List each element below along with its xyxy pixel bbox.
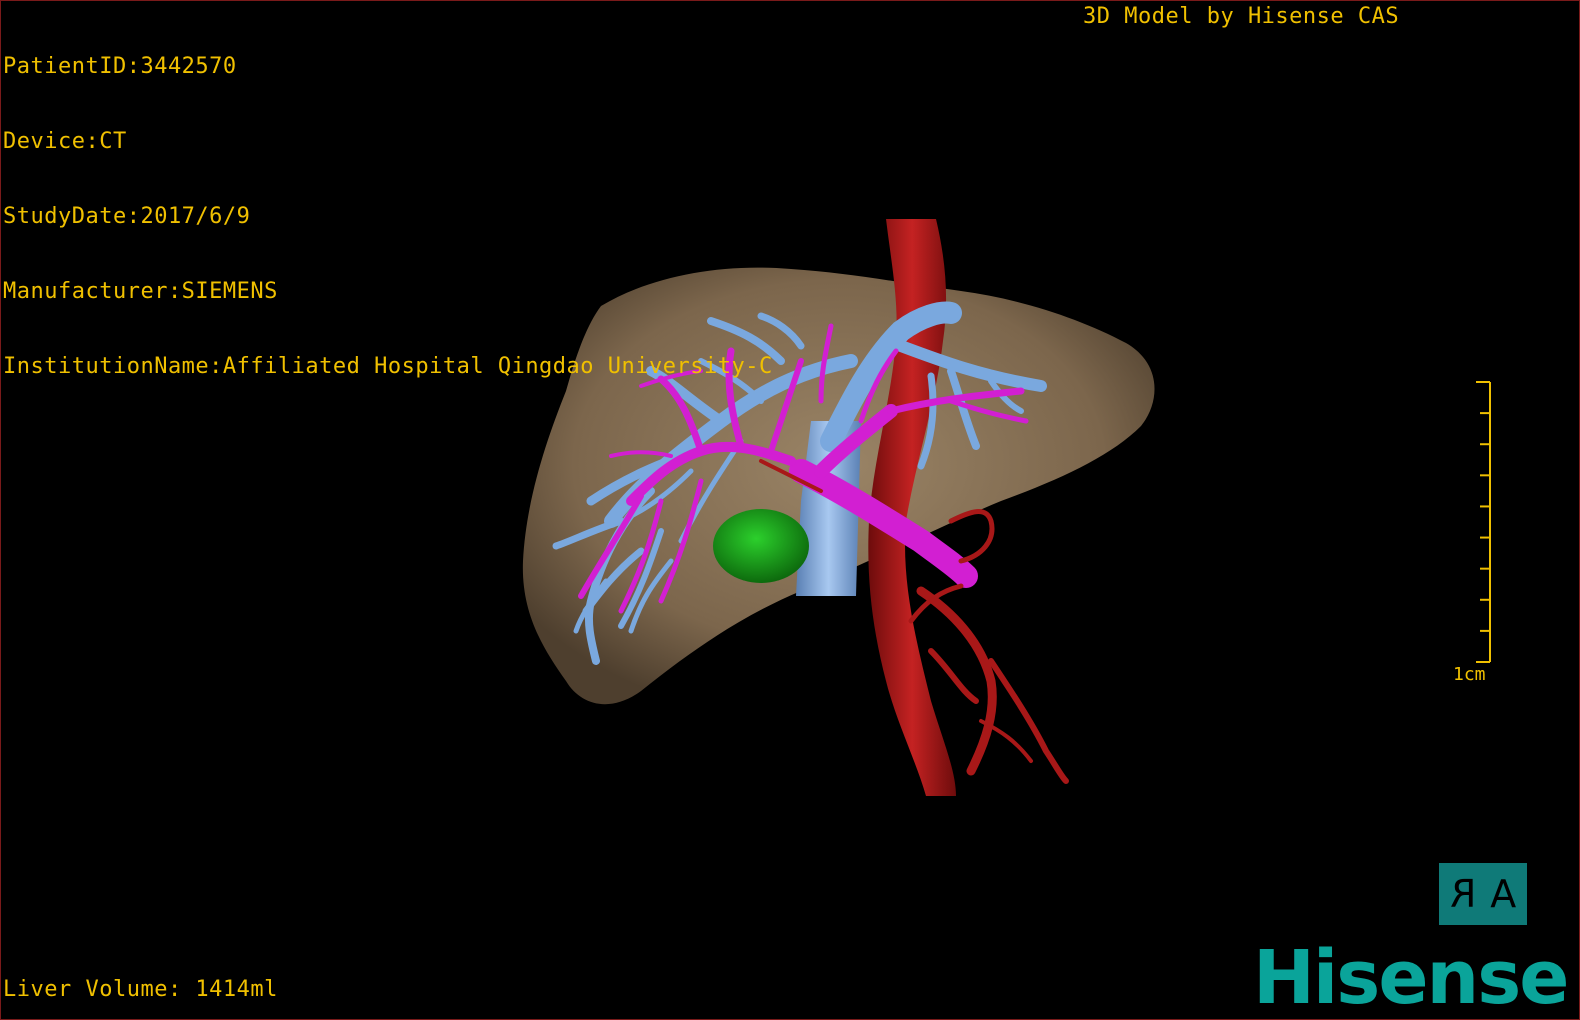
orientation-indicator[interactable]: R A <box>1439 863 1527 925</box>
device: Device:CT <box>3 129 127 154</box>
patient-id: PatientID:3442570 <box>3 54 237 79</box>
institution-name: InstitutionName:Affiliated Hospital Qing… <box>3 354 773 379</box>
orientation-a-glyph: A <box>1490 872 1517 916</box>
scale-label: 1cm <box>1453 664 1486 685</box>
manufacturer: Manufacturer:SIEMENS <box>3 279 278 304</box>
scale-bar <box>1476 381 1491 663</box>
study-date: StudyDate:2017/6/9 <box>3 204 251 229</box>
orientation-r-glyph: R <box>1449 872 1477 916</box>
hisense-logo: Hisense <box>1253 935 1569 1020</box>
model-credit: 3D Model by Hisense CAS <box>1083 4 1400 29</box>
dicom-info-overlay: PatientID:3442570 Device:CT StudyDate:20… <box>3 4 773 429</box>
3d-viewport[interactable]: PatientID:3442570 Device:CT StudyDate:20… <box>0 0 1580 1020</box>
lesion <box>713 509 809 583</box>
liver-volume: Liver Volume: 1414ml <box>3 977 278 1002</box>
